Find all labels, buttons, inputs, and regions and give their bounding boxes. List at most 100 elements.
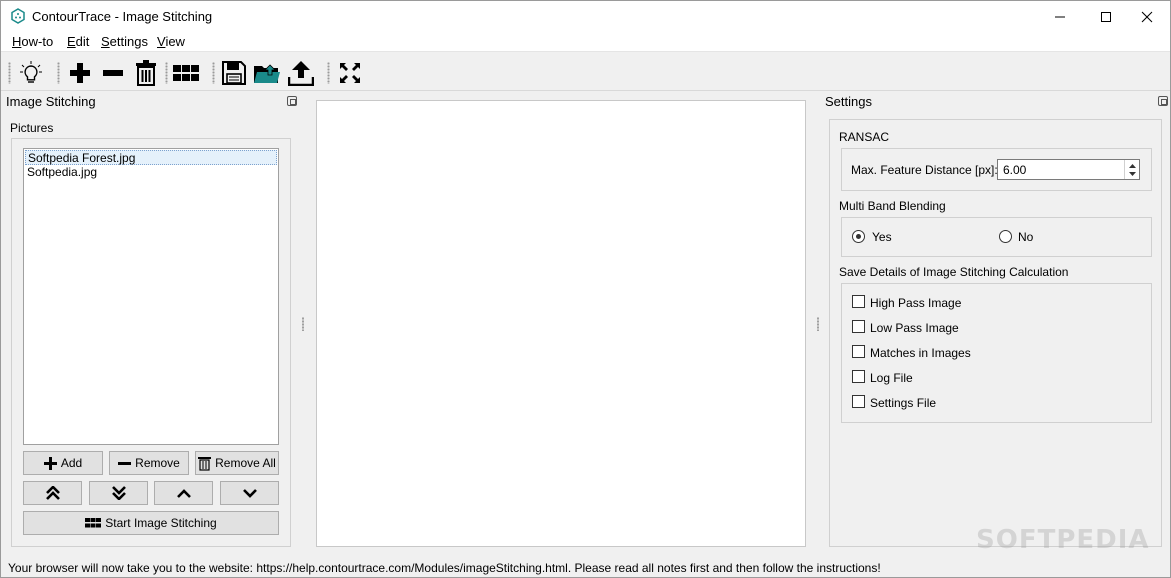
- pictures-label: Pictures: [10, 121, 54, 135]
- move-up-button[interactable]: [154, 481, 213, 505]
- high-pass-label: High Pass Image: [870, 296, 962, 310]
- maximize-button[interactable]: [1083, 1, 1129, 32]
- plus-icon: [43, 456, 57, 470]
- remove-all-button[interactable]: Remove All: [195, 451, 279, 475]
- trash-icon: [198, 456, 212, 471]
- right-splitter-handle[interactable]: [817, 317, 819, 331]
- save-icon: [222, 61, 246, 85]
- start-stitching-button[interactable]: Start Image Stitching: [23, 511, 279, 535]
- blending-no-label: No: [1018, 230, 1034, 244]
- toolbar-grip[interactable]: [165, 62, 168, 84]
- softpedia-watermark: SOFTPEDIA: [976, 525, 1150, 555]
- menu-view[interactable]: View: [157, 34, 185, 49]
- save-details-label: Save Details of Image Stitching Calculat…: [839, 265, 1069, 279]
- high-pass-checkbox[interactable]: [852, 295, 865, 308]
- pictures-list[interactable]: Softpedia Forest.jpg Softpedia.jpg: [23, 148, 279, 445]
- menu-accel: E: [67, 34, 76, 49]
- stitch-grid-icon: [85, 518, 102, 528]
- spin-up-icon: [1129, 164, 1136, 168]
- spin-down-icon: [1129, 172, 1136, 176]
- stitch-grid-icon: [173, 65, 199, 81]
- add-button[interactable]: Add: [23, 451, 103, 475]
- double-chevron-up-icon: [45, 486, 60, 500]
- menu-how-to[interactable]: How-to: [12, 34, 53, 49]
- toolbar: [1, 53, 1170, 91]
- low-pass-checkbox[interactable]: [852, 320, 865, 333]
- chevron-up-icon: [176, 488, 191, 498]
- remove-all-button[interactable]: [132, 59, 160, 87]
- log-file-label: Log File: [870, 371, 913, 385]
- low-pass-label: Low Pass Image: [870, 321, 959, 335]
- minimize-button[interactable]: [1037, 1, 1083, 32]
- toolbar-grip[interactable]: [8, 62, 11, 84]
- blending-yes-radio[interactable]: [852, 230, 865, 243]
- settings-file-label: Settings File: [870, 396, 937, 410]
- menu-settings[interactable]: Settings: [101, 34, 148, 49]
- minus-icon: [118, 461, 132, 465]
- export-button[interactable]: [287, 59, 315, 87]
- feature-distance-value: 6.00: [1003, 163, 1027, 177]
- toolbar-grip[interactable]: [327, 62, 330, 84]
- add-button-label: Add: [60, 456, 83, 470]
- app-window: ContourTrace - Image Stitching How-to Ed…: [0, 0, 1171, 578]
- list-item[interactable]: Softpedia.jpg: [25, 165, 277, 180]
- menu-label: ettings: [109, 34, 148, 49]
- settings-file-checkbox[interactable]: [852, 395, 865, 408]
- blending-yes-label: Yes: [872, 230, 892, 244]
- double-chevron-down-icon: [111, 486, 126, 500]
- feature-distance-label: Max. Feature Distance [px]:: [851, 163, 998, 177]
- blending-label: Multi Band Blending: [839, 199, 946, 213]
- menu-label: iew: [165, 34, 185, 49]
- stitch-button[interactable]: [172, 59, 200, 87]
- dock-float-icon[interactable]: [287, 96, 297, 106]
- save-button[interactable]: [220, 59, 248, 87]
- upload-icon: [288, 61, 314, 86]
- toolbar-grip[interactable]: [212, 62, 215, 84]
- trash-icon: [136, 60, 156, 86]
- toolbar-grip[interactable]: [57, 62, 60, 84]
- move-top-button[interactable]: [23, 481, 82, 505]
- dock-float-icon[interactable]: [1158, 96, 1168, 106]
- right-dock-title: Settings: [825, 94, 872, 109]
- status-text: Your browser will now take you to the we…: [8, 561, 881, 575]
- menu-label: dit: [75, 34, 90, 49]
- spin-arrows[interactable]: [1124, 160, 1139, 179]
- menu-bar: How-to Edit Settings View: [1, 32, 1170, 52]
- remove-button[interactable]: Remove: [109, 451, 189, 475]
- chevron-down-icon: [242, 488, 257, 498]
- blending-no-radio[interactable]: [999, 230, 1012, 243]
- remove-button-label: Remove: [135, 456, 180, 470]
- menu-accel: S: [101, 34, 110, 49]
- window-title: ContourTrace - Image Stitching: [32, 9, 213, 24]
- menu-edit[interactable]: Edit: [67, 34, 89, 49]
- title-bar: ContourTrace - Image Stitching: [1, 1, 1170, 32]
- remove-image-button[interactable]: [99, 59, 127, 87]
- move-bottom-button[interactable]: [89, 481, 148, 505]
- left-splitter-handle[interactable]: [302, 317, 304, 331]
- minimize-icon: [1055, 16, 1065, 17]
- fullscreen-icon: [340, 63, 360, 83]
- close-icon: [1141, 11, 1153, 22]
- howto-button[interactable]: [17, 59, 45, 87]
- log-file-checkbox[interactable]: [852, 370, 865, 383]
- lightbulb-icon: [20, 61, 42, 83]
- start-stitching-label: Start Image Stitching: [105, 516, 217, 530]
- add-image-button[interactable]: [66, 59, 94, 87]
- app-logo-icon: [11, 8, 25, 24]
- plus-icon: [70, 63, 90, 83]
- feature-distance-spinbox[interactable]: 6.00: [997, 159, 1140, 180]
- close-button[interactable]: [1124, 1, 1170, 32]
- open-folder-icon: [254, 64, 280, 83]
- image-preview-area: [316, 100, 806, 547]
- menu-label: ow-to: [21, 34, 54, 49]
- move-down-button[interactable]: [220, 481, 279, 505]
- list-item[interactable]: Softpedia Forest.jpg: [25, 150, 277, 165]
- fullscreen-button[interactable]: [336, 59, 364, 87]
- open-button[interactable]: [253, 59, 281, 87]
- minus-icon: [103, 70, 123, 76]
- left-dock-title: Image Stitching: [6, 94, 96, 109]
- remove-all-button-label: Remove All: [215, 456, 276, 470]
- maximize-icon: [1101, 11, 1111, 22]
- status-bar: Your browser will now take you to the we…: [1, 557, 1170, 577]
- matches-checkbox[interactable]: [852, 345, 865, 358]
